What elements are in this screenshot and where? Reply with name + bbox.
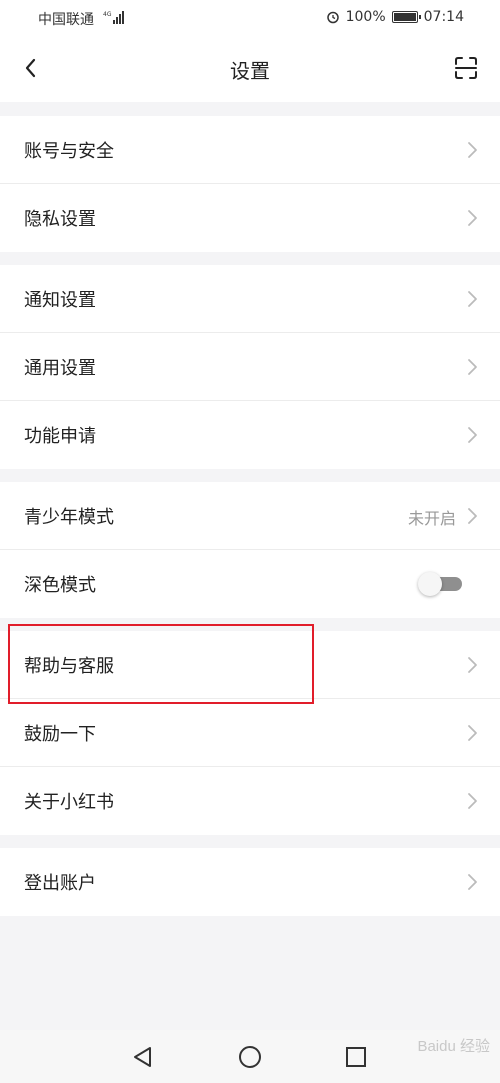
home-circle-icon[interactable] <box>237 1044 263 1070</box>
recents-square-icon[interactable] <box>343 1044 369 1070</box>
settings-item-logout[interactable]: 登出账户 <box>0 848 500 916</box>
chevron-right-icon <box>468 874 477 890</box>
back-triangle-icon[interactable] <box>130 1044 156 1070</box>
watermark: Baidu 经验 <box>417 1038 490 1055</box>
settings-item-label: 通用设置 <box>24 358 96 379</box>
chevron-right-icon <box>468 508 477 524</box>
settings-group-logout: 登出账户 <box>0 848 500 916</box>
settings-item-dark-mode: 深色模式 <box>0 550 500 618</box>
scan-icon[interactable] <box>452 54 480 82</box>
alarm-icon <box>326 11 339 24</box>
settings-item-teen-mode[interactable]: 青少年模式 未开启 <box>0 482 500 550</box>
settings-item-label: 功能申请 <box>24 426 96 447</box>
battery-percent: 100% <box>345 9 386 25</box>
settings-item-feature-request[interactable]: 功能申请 <box>0 401 500 469</box>
settings-group-about: 帮助与客服 鼓励一下 关于小红书 <box>0 631 500 835</box>
settings-item-label: 登出账户 <box>24 873 96 894</box>
settings-item-account-security[interactable]: 账号与安全 <box>0 116 500 184</box>
settings-item-about[interactable]: 关于小红书 <box>0 767 500 835</box>
svg-text:4G: 4G <box>103 11 112 18</box>
chevron-right-icon <box>468 427 477 443</box>
settings-item-help[interactable]: 帮助与客服 <box>0 631 500 699</box>
chevron-right-icon <box>468 210 477 226</box>
settings-group-general: 通知设置 通用设置 功能申请 <box>0 265 500 469</box>
settings-item-label: 隐私设置 <box>24 209 96 230</box>
carrier-name: 中国联通 <box>38 12 94 28</box>
header: 设置 <box>0 34 500 102</box>
clock: 07:14 <box>423 9 464 25</box>
settings-group-modes: 青少年模式 未开启 深色模式 <box>0 482 500 618</box>
toggle-knob <box>418 572 442 596</box>
settings-item-label: 通知设置 <box>24 290 96 311</box>
chevron-right-icon <box>468 359 477 375</box>
teen-mode-status: 未开启 <box>407 509 456 528</box>
status-bar: 中国联通 4G 100% 07:14 <box>0 0 500 34</box>
settings-item-general[interactable]: 通用设置 <box>0 333 500 401</box>
page-title: 设置 <box>230 59 270 83</box>
settings-item-privacy[interactable]: 隐私设置 <box>0 184 500 252</box>
chevron-right-icon <box>468 291 477 307</box>
dark-mode-toggle[interactable] <box>418 572 462 596</box>
battery-icon <box>391 11 421 23</box>
settings-item-label: 青少年模式 <box>24 507 114 528</box>
chevron-right-icon <box>468 725 477 741</box>
settings-group-account: 账号与安全 隐私设置 <box>0 116 500 252</box>
chevron-right-icon <box>468 142 477 158</box>
chevron-right-icon <box>468 793 477 809</box>
signal-icon: 4G <box>103 11 124 24</box>
settings-item-label: 深色模式 <box>24 575 96 596</box>
settings-item-encourage[interactable]: 鼓励一下 <box>0 699 500 767</box>
settings-item-label: 帮助与客服 <box>24 656 114 677</box>
settings-item-label: 关于小红书 <box>24 792 114 813</box>
chevron-right-icon <box>468 657 477 673</box>
settings-item-label: 账号与安全 <box>24 141 114 162</box>
settings-item-label: 鼓励一下 <box>24 724 96 745</box>
settings-item-notifications[interactable]: 通知设置 <box>0 265 500 333</box>
